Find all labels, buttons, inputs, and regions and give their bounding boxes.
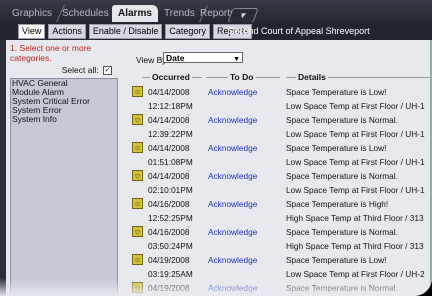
alarm-date: 04/16/2008	[148, 227, 190, 237]
alarm-bell-icon[interactable]: ☼	[132, 86, 143, 97]
alarm-detail-point: High Space Temp at Third Floor / 313	[286, 213, 424, 223]
acknowledge-link[interactable]: Acknowledge	[208, 141, 257, 155]
select-all[interactable]: Select all: ✓	[12, 65, 112, 76]
alarm-row[interactable]: ☼ 04/14/2008 Acknowledge Space Temperature …	[122, 85, 432, 99]
subtab-category[interactable]: Category	[165, 24, 210, 39]
alarm-row-secondary: 01:51:08PM Low Space Temp at First Floor …	[122, 155, 432, 169]
alarm-date: 04/14/2008	[148, 171, 190, 181]
alarm-row[interactable]: ☼ 04/16/2008 Acknowledge Space Temperature …	[122, 225, 432, 239]
sub-tabs: View Actions Enable / Disable Category R…	[18, 24, 253, 39]
alarm-time: 12:12:18PM	[148, 101, 193, 111]
col-occurred[interactable]: Occurred	[152, 72, 190, 82]
acknowledge-link[interactable]: Acknowledge	[208, 113, 257, 127]
divider	[206, 77, 228, 78]
alarm-detail-point: Low Space Temp at First Floor / UH-1	[286, 101, 425, 111]
col-details[interactable]: Details	[298, 72, 326, 82]
alarm-detail-message: Space Temperature is Normal.	[286, 115, 398, 125]
alarm-time: 12:52:25PM	[148, 213, 193, 223]
alarm-detail-message: Space Temperature is Normal.	[286, 171, 398, 181]
divider	[142, 77, 150, 78]
acknowledge-link[interactable]: Acknowledge	[208, 253, 257, 267]
alarm-row-secondary: 12:39:22PM Low Space Temp at First Floor …	[122, 127, 432, 141]
subtab-actions[interactable]: Actions	[48, 24, 86, 39]
alarm-bell-icon[interactable]: ☼	[132, 114, 143, 125]
alarm-bell-icon[interactable]: ☼	[132, 198, 143, 209]
alarm-panel: 1. Select one or more categories. Select…	[6, 40, 432, 296]
top-tab-bar: Graphics Schedules Alarms Trends Reports…	[0, 0, 432, 23]
tab-graphics[interactable]: Graphics	[6, 5, 58, 22]
alarm-detail-message: Space Temperature is Low!	[286, 143, 387, 153]
alarm-date: 04/14/2008	[148, 87, 190, 97]
alarm-list-pane: View By: Date ▼ Occurred To Do Details ☼…	[122, 40, 432, 296]
bottom-fade	[0, 278, 432, 296]
subtab-view[interactable]: View	[18, 24, 46, 39]
alarm-bell-icon[interactable]: ☼	[132, 170, 143, 181]
alarm-time: 03:50:24PM	[148, 241, 193, 251]
tab-schedules[interactable]: Schedules	[56, 5, 115, 22]
app-window: Graphics Schedules Alarms Trends Reports…	[0, 0, 432, 296]
select-all-checkbox[interactable]: ✓	[103, 66, 112, 76]
acknowledge-link[interactable]: Acknowledge	[208, 85, 257, 99]
view-by-select[interactable]: Date ▼	[163, 52, 243, 63]
alarm-detail-message: Space Temperature is Low!	[286, 87, 387, 97]
site-title: Second Court of Appeal Shreveport	[228, 26, 370, 36]
alarm-row[interactable]: ☼ 04/19/2008 Acknowledge Space Temperature …	[122, 253, 432, 267]
select-all-label: Select all:	[61, 65, 99, 75]
instructions: 1. Select one or more categories.	[10, 43, 92, 63]
acknowledge-link[interactable]: Acknowledge	[208, 197, 257, 211]
alarm-time: 01:51:08PM	[148, 157, 193, 167]
acknowledge-link[interactable]: Acknowledge	[208, 169, 257, 183]
chevron-down-icon: ▼	[233, 56, 240, 63]
acknowledge-link[interactable]: Acknowledge	[208, 225, 257, 239]
alarm-detail-point: Low Space Temp at First Floor / UH-1	[286, 157, 425, 167]
alarm-row[interactable]: ☼ 04/16/2008 Acknowledge Space Temperature …	[122, 197, 432, 211]
category-item[interactable]: System Info	[11, 115, 117, 124]
alarm-bell-icon[interactable]: ☼	[132, 142, 143, 153]
divider	[286, 77, 296, 78]
category-pane: 1. Select one or more categories. Select…	[6, 40, 118, 296]
alarm-detail-message: Space Temperature is Normal.	[286, 227, 398, 237]
tabs-dropdown-button[interactable]: ▼	[227, 8, 259, 23]
alarm-detail-message: Space Temperature is High!	[286, 199, 389, 209]
chevron-down-icon: ▼	[237, 11, 249, 20]
alarm-detail-point: Low Space Temp at First Floor / UH-1	[286, 129, 425, 139]
alarm-row-secondary: 02:10:01PM Low Space Temp at First Floor …	[122, 183, 432, 197]
alarm-bell-icon[interactable]: ☼	[132, 254, 143, 265]
alarm-row-secondary: 12:52:25PM High Space Temp at Third Floor…	[122, 211, 432, 225]
alarm-time: 12:39:22PM	[148, 129, 193, 139]
alarm-detail-message: Space Temperature is Low!	[286, 255, 387, 265]
alarm-row[interactable]: ☼ 04/14/2008 Acknowledge Space Temperature …	[122, 113, 432, 127]
alarm-detail-point: Low Space Temp at First Floor / UH-1	[286, 185, 425, 195]
col-todo[interactable]: To Do	[230, 72, 253, 82]
alarm-row[interactable]: ☼ 04/14/2008 Acknowledge Space Temperature …	[122, 141, 432, 155]
category-list[interactable]: HVAC General Module Alarm System Critica…	[10, 78, 118, 296]
divider	[192, 77, 202, 78]
alarm-date: 04/14/2008	[148, 115, 190, 125]
divider	[256, 77, 280, 78]
divider	[328, 77, 432, 78]
tab-alarms[interactable]: Alarms	[112, 5, 158, 22]
alarm-date: 04/19/2008	[148, 255, 190, 265]
alarm-detail-point: High Space Temp at Third Floor / 313	[286, 241, 424, 251]
alarm-date: 04/14/2008	[148, 143, 190, 153]
alarm-bell-icon[interactable]: ☼	[132, 226, 143, 237]
alarm-row[interactable]: ☼ 04/14/2008 Acknowledge Space Temperature …	[122, 169, 432, 183]
alarm-date: 04/16/2008	[148, 199, 190, 209]
view-by-value: Date	[166, 53, 185, 63]
alarm-row-secondary: 12:12:18PM Low Space Temp at First Floor …	[122, 99, 432, 113]
subtab-enable-disable[interactable]: Enable / Disable	[88, 24, 163, 39]
alarm-row-secondary: 03:50:24PM High Space Temp at Third Floor…	[122, 239, 432, 253]
alarm-time: 02:10:01PM	[148, 185, 193, 195]
